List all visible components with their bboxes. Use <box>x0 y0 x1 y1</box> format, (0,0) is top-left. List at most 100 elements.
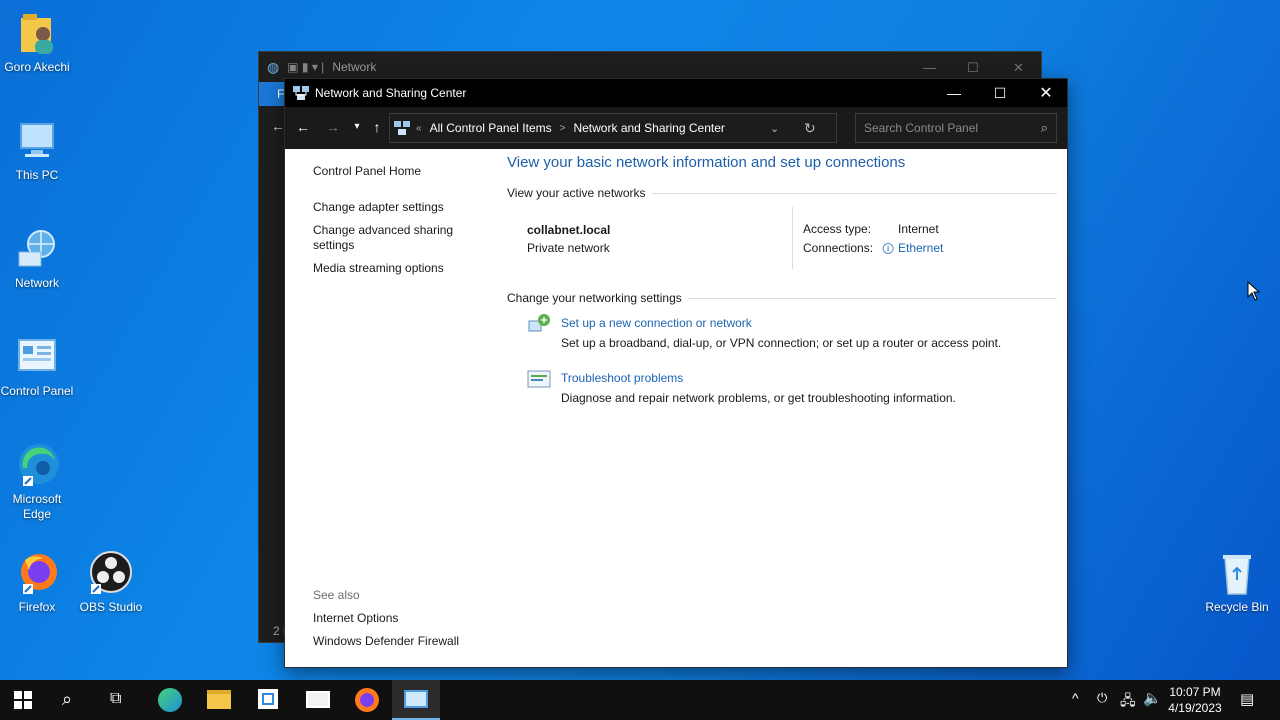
desktop-icon-edge[interactable]: Microsoft Edge <box>0 442 74 522</box>
taskbar-file-explorer-icon[interactable] <box>207 690 231 709</box>
divider <box>687 297 1057 299</box>
divider <box>651 192 1057 194</box>
network-tray-icon[interactable]: 🖧 <box>1120 690 1136 714</box>
left-navigation-pane: Control Panel Home Change adapter settin… <box>285 149 499 667</box>
back-arrow-icon[interactable]: ← <box>293 119 313 135</box>
active-networks-section-header: View your active networks <box>507 186 1057 200</box>
obs-studio-icon <box>87 550 135 598</box>
search-icon[interactable]: ⌕ <box>1041 120 1048 136</box>
refresh-icon[interactable]: ↻ <box>804 120 816 137</box>
control-panel-icon <box>13 334 61 382</box>
taskbar-search-icon[interactable]: ⌕ <box>62 689 72 710</box>
network-sharing-center-window[interactable]: Network and Sharing Center — ☐ ✕ ← → ▾ ↑… <box>284 78 1068 668</box>
network-type: Private network <box>527 241 610 255</box>
control-panel-home-link[interactable]: Control Panel Home <box>313 164 493 179</box>
change-adapter-settings-link[interactable]: Change adapter settings <box>313 200 493 215</box>
show-hidden-icons-chevron-icon[interactable]: ^ <box>1072 690 1079 706</box>
troubleshoot-problems-link[interactable]: Troubleshoot problems <box>561 371 683 385</box>
desktop-icon-label: Goro Akechi <box>4 60 70 74</box>
ethernet-icon: 🛈 <box>882 242 895 256</box>
address-dropdown-icon[interactable]: ⌄ <box>770 122 779 135</box>
desktop-icon-label: Network <box>14 276 59 290</box>
minimize-icon[interactable]: — <box>923 60 936 75</box>
window-titlebar[interactable]: Network and Sharing Center — ☐ ✕ <box>285 79 1067 107</box>
ethernet-connection-link[interactable]: Ethernet <box>898 241 943 255</box>
overflow-crumb-icon[interactable]: « <box>416 123 422 134</box>
network-window-title: Network <box>332 60 377 74</box>
forward-arrow-icon[interactable]: → <box>323 119 343 135</box>
start-button[interactable] <box>14 691 32 712</box>
see-also-label: See also <box>313 588 360 602</box>
connections-label: Connections: <box>803 241 874 255</box>
network-small-icon: ◍ <box>267 58 280 75</box>
troubleshoot-problems-description: Diagnose and repair network problems, or… <box>561 391 956 405</box>
change-advanced-sharing-link[interactable]: Change advanced sharing settings <box>313 223 463 253</box>
control-panel-small-icon <box>394 121 410 135</box>
clock[interactable]: 10:07 PM 4/19/2023 <box>1160 684 1230 716</box>
up-arrow-icon[interactable]: ↑ <box>367 119 387 135</box>
network-name: collabnet.local <box>527 223 611 237</box>
volume-icon[interactable]: 🔈 <box>1143 689 1162 707</box>
action-center-notification-icon[interactable]: ▤ <box>1240 690 1254 708</box>
close-icon[interactable]: ✕ <box>1013 60 1024 76</box>
minimize-button[interactable]: — <box>931 79 977 107</box>
taskbar-mail-icon[interactable] <box>306 691 330 708</box>
desktop-icon-network[interactable]: Network <box>0 226 74 291</box>
search-input[interactable]: Search Control Panel <box>864 121 978 135</box>
desktop-icon-obs[interactable]: OBS Studio <box>74 550 148 615</box>
mouse-cursor-icon <box>1247 281 1261 301</box>
network-center-icon <box>293 86 309 100</box>
navigation-bar: ← → ▾ ↑ « All Control Panel Items > Netw… <box>285 107 1067 149</box>
close-button[interactable]: ✕ <box>1023 79 1069 107</box>
taskbar-firefox-icon[interactable] <box>355 688 379 712</box>
internet-options-link[interactable]: Internet Options <box>313 611 493 626</box>
window-title: Network and Sharing Center <box>315 86 467 100</box>
network-globe-icon <box>13 226 61 274</box>
breadcrumb-all-control-panel-items[interactable]: All Control Panel Items <box>430 121 552 135</box>
edge-icon <box>13 442 61 490</box>
maximize-button[interactable]: ☐ <box>977 79 1023 107</box>
clock-date: 4/19/2023 <box>1168 701 1222 715</box>
page-title: View your basic network information and … <box>507 154 906 171</box>
windows-defender-firewall-link[interactable]: Windows Defender Firewall <box>313 634 493 649</box>
usb-icon[interactable]: ⏻ <box>1097 690 1107 706</box>
taskbar: ⌕ ⧉ ^ ⏻ 🖧 🔈 10:07 PM 4/19/2023 ▤ <box>0 680 1280 720</box>
change-settings-section-header: Change your networking settings <box>507 291 1057 305</box>
access-type-value: Internet <box>898 222 939 236</box>
desktop-icon-user-folder[interactable]: Goro Akechi <box>0 10 74 75</box>
taskbar-control-panel-active[interactable] <box>392 680 440 720</box>
desktop-icon-label: This PC <box>15 168 59 182</box>
search-box[interactable]: Search Control Panel ⌕ <box>855 113 1057 143</box>
address-bar[interactable]: « All Control Panel Items > Network and … <box>389 113 837 143</box>
section-label: Change your networking settings <box>507 291 682 305</box>
breadcrumb-separator-icon: > <box>559 122 566 134</box>
desktop-icon-firefox[interactable]: Firefox <box>0 550 74 615</box>
back-nav-arrow-icon[interactable]: ← <box>271 118 285 134</box>
media-streaming-options-link[interactable]: Media streaming options <box>313 261 493 276</box>
access-type-label: Access type: <box>803 222 872 236</box>
recent-locations-icon[interactable]: ▾ <box>347 121 367 132</box>
desktop-icon-label: Recycle Bin <box>1205 600 1269 614</box>
task-view-icon[interactable]: ⧉ <box>110 690 121 708</box>
desktop-icon-control-panel[interactable]: Control Panel <box>0 334 74 399</box>
taskbar-control-panel-icon <box>404 690 428 708</box>
windows-logo-icon <box>14 691 32 709</box>
desktop-icon-recycle-bin[interactable]: Recycle Bin <box>1200 550 1274 615</box>
user-folder-icon <box>13 10 61 58</box>
desktop-icon-label: OBS Studio <box>79 600 143 614</box>
setup-new-connection-link[interactable]: Set up a new connection or network <box>561 316 752 330</box>
new-connection-icon <box>528 314 550 332</box>
firefox-icon <box>13 550 61 598</box>
desktop-icon-label: Control Panel <box>0 384 74 398</box>
desktop-icon-this-pc[interactable]: This PC <box>0 118 74 183</box>
computer-icon <box>13 118 61 166</box>
section-label: View your active networks <box>507 186 646 200</box>
ribbon-file-tab[interactable]: F <box>259 82 285 106</box>
quick-access-icon: ▣ ▮ ▾ | <box>287 60 325 74</box>
recycle-bin-icon <box>1213 550 1261 598</box>
maximize-icon[interactable]: ☐ <box>967 60 979 76</box>
setup-new-connection-description: Set up a broadband, dial-up, or VPN conn… <box>561 336 1002 350</box>
taskbar-edge-icon[interactable] <box>158 688 182 712</box>
breadcrumb-network-sharing-center[interactable]: Network and Sharing Center <box>573 121 724 135</box>
taskbar-store-icon[interactable] <box>258 689 278 709</box>
